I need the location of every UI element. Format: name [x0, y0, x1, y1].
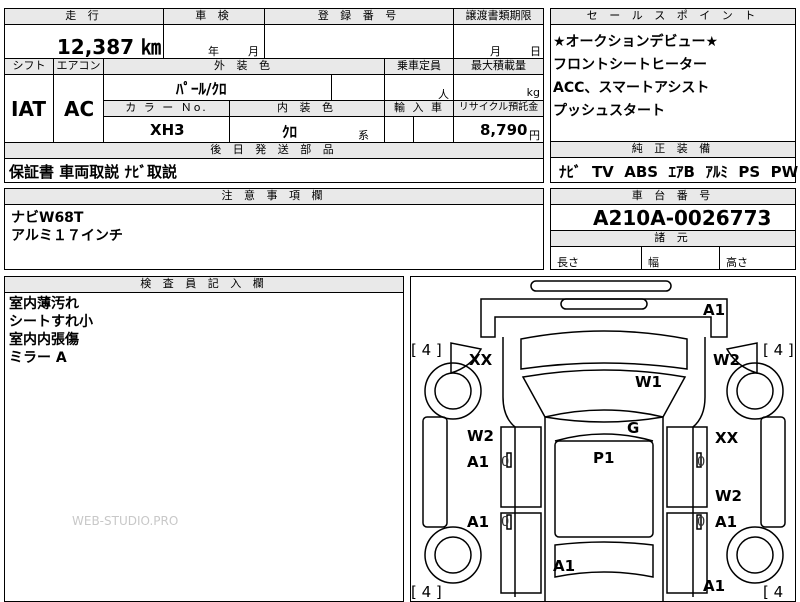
interior-color-cell: ｸﾛ 系: [229, 116, 385, 143]
notes-line: ナビW68T: [11, 210, 84, 226]
mark-circle-4: 0: [697, 515, 706, 530]
width-label: 幅: [648, 256, 659, 269]
damage-mark-w2-left: W2: [467, 427, 494, 445]
inspector-cell: 室内薄汚れ シートすれ小 室内内張傷 ミラー A: [4, 292, 404, 602]
equipment-header: 純 正 装 備: [550, 141, 796, 158]
recycle-cell: 8,790 円: [453, 116, 544, 143]
inspection-month-label: 月: [248, 45, 259, 58]
inspector-line: ミラー A: [9, 350, 67, 366]
mileage-value: 12,387 ㎞: [56, 35, 161, 59]
inspector-line: シートすれ小: [9, 314, 93, 330]
damage-mark-a1-top: A1: [703, 301, 726, 319]
max-load-cell: kg: [453, 74, 544, 101]
exterior-color-value: ﾊﾟｰﾙ/ｸﾛ: [176, 80, 227, 98]
aircon-header: エアコン: [53, 58, 104, 75]
sales-points-cell: ★オークションデビュー★ フロントシートヒーター ACC、スマートアシスト プッ…: [550, 24, 796, 142]
damage-mark-a1-left-b: A1: [467, 513, 490, 531]
equipment-cell: ﾅﾋﾞ TV ABS ｴｱB ｱﾙﾐ PS PW: [550, 157, 799, 183]
damage-mark-a1-right-b: A1: [715, 513, 738, 531]
import-header: 輸 入 車: [384, 100, 454, 117]
aircon-cell: AC: [53, 74, 104, 143]
transfer-day-label: 日: [530, 45, 541, 58]
notes-cell: ナビW68T アルミ１７インチ: [4, 204, 544, 270]
transfer-deadline-cell: 月 日: [453, 24, 544, 59]
later-parts-cell: 保証書 車両取説 ﾅﾋﾞ取説: [4, 158, 544, 183]
sales-point-line: ★オークションデビュー★: [553, 34, 719, 50]
damage-mark-w2-right-mid: W2: [715, 487, 742, 505]
dimensions-header: 諸 元: [550, 230, 796, 247]
damage-mark-a1-bottom: A1: [553, 557, 576, 575]
mark-circle-2: 0: [697, 455, 706, 470]
inspector-header: 検 査 員 記 入 欄: [4, 276, 404, 293]
shift-cell: IAT: [4, 74, 54, 143]
chassis-header: 車 台 番 号: [550, 188, 796, 205]
interior-color-value: ｸﾛ: [282, 123, 298, 141]
later-parts-value: 保証書 車両取説 ﾅﾋﾞ取説: [9, 163, 177, 181]
import-cell-a: [384, 116, 414, 143]
tire-depth-rear-right: [ 4: [763, 583, 784, 601]
chassis-cell: A210A-0026773: [550, 204, 796, 231]
height-cell: 高さ: [719, 246, 796, 270]
watermark: WEB-STUDIO.PRO: [72, 514, 179, 528]
recycle-value: 8,790: [480, 121, 528, 139]
later-parts-header: 後 日 発 送 部 品: [4, 142, 544, 159]
shift-value: IAT: [11, 97, 47, 121]
notes-header: 注 意 事 項 欄: [4, 188, 544, 205]
damage-mark-a1-left-a: A1: [467, 453, 490, 471]
import-cell-b: [413, 116, 454, 143]
length-cell: 長さ: [550, 246, 642, 270]
exterior-color-cell: ﾊﾟｰﾙ/ｸﾛ: [103, 74, 332, 101]
damage-mark-g: G: [627, 419, 640, 437]
inspector-line: 室内内張傷: [9, 332, 79, 348]
inspection-cell: 年 月: [163, 24, 265, 59]
color-no-value: XH3: [150, 121, 185, 139]
inspection-year-label: 年: [208, 45, 219, 58]
sales-point-line: プッシュスタート: [553, 103, 665, 119]
tire-depth-front-right: [ 4 ]: [763, 341, 794, 359]
capacity-cell: 人: [384, 74, 454, 101]
notes-line: アルミ１７インチ: [11, 228, 123, 244]
tire-depth-front-left: [ 4 ]: [411, 341, 442, 359]
mark-circle-3: 0: [501, 515, 510, 530]
height-label: 高さ: [726, 256, 748, 269]
recycle-unit: 円: [529, 129, 540, 142]
damage-mark-w2-right-top: W2: [713, 351, 740, 369]
tire-depth-rear-left: [ 4 ]: [411, 583, 442, 601]
sales-point-line: ACC、スマートアシスト: [553, 80, 710, 96]
registration-header: 登 録 番 号: [264, 8, 454, 25]
car-diagram: A1 [ 4 ] [ 4 ] XX W2 W1 G W2 XX A1 0 P1 …: [410, 276, 796, 602]
mark-circle-1: 0: [501, 455, 510, 470]
damage-mark-p1: P1: [593, 449, 615, 467]
damage-mark-xx-right: XX: [715, 429, 739, 447]
color-no-cell: XH3: [103, 116, 230, 143]
damage-mark-w1: W1: [635, 373, 662, 391]
capacity-header: 乗車定員: [384, 58, 454, 75]
shift-header: シフト: [4, 58, 54, 75]
color-no-header: カ ラ ー Ｎo.: [103, 100, 230, 117]
transfer-month-label: 月: [490, 45, 501, 58]
max-load-header: 最大積載量: [453, 58, 544, 75]
interior-color-header: 内 装 色: [229, 100, 385, 117]
sales-points-header: セ ー ル ス ポ イ ン ト: [550, 8, 796, 25]
aircon-value: AC: [64, 97, 95, 121]
inspection-header: 車 検: [163, 8, 265, 25]
chassis-value: A210A-0026773: [593, 206, 772, 230]
damage-mark-a1-bottom-right: A1: [703, 577, 726, 595]
mileage-header: 走 行: [4, 8, 164, 25]
exterior-color-extra: [331, 74, 385, 101]
mileage-cell: 12,387 ㎞: [4, 24, 164, 59]
sales-point-line: フロントシートヒーター: [553, 57, 707, 73]
interior-color-suffix: 系: [358, 129, 369, 142]
inspector-line: 室内薄汚れ: [9, 296, 79, 312]
width-cell: 幅: [641, 246, 720, 270]
registration-cell: [264, 24, 454, 59]
recycle-header: リサイクル預託金: [453, 100, 544, 117]
equipment-value: ﾅﾋﾞ TV ABS ｴｱB ｱﾙﾐ PS PW: [559, 163, 799, 181]
exterior-color-header: 外 装 色: [103, 58, 385, 75]
damage-mark-xx-left: XX: [469, 351, 493, 369]
transfer-deadline-header: 譲渡書類期限: [453, 8, 544, 25]
length-label: 長さ: [557, 256, 579, 269]
max-load-unit: kg: [526, 86, 540, 99]
